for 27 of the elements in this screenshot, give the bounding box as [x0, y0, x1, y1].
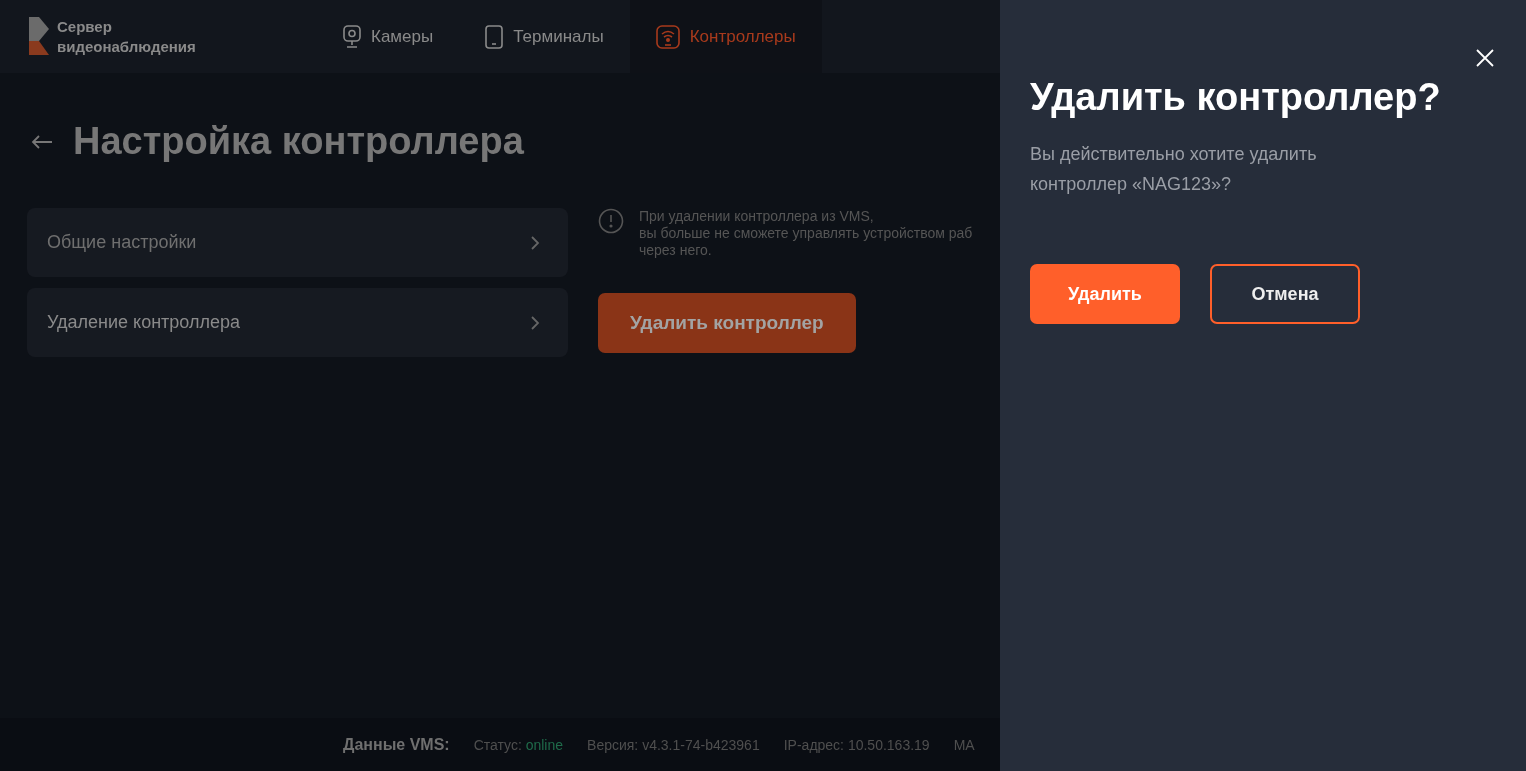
dialog-title: Удалить контроллер? [1030, 76, 1442, 119]
footer-info: Статус: online [473, 736, 564, 753]
nav-tab[interactable]: Терминалы [459, 0, 630, 73]
chevron-right-icon [530, 234, 540, 251]
webcam-icon [343, 24, 361, 49]
footer-info: MA [953, 736, 975, 753]
back-arrow-icon[interactable] [31, 133, 53, 150]
exclamation-icon [598, 208, 624, 234]
logo-icon [27, 16, 51, 57]
footer-info: Версия: v4.3.1-74-b423961 [587, 736, 760, 753]
settings-menu-item[interactable]: Удаление контроллера [27, 288, 568, 357]
close-icon[interactable] [1475, 48, 1495, 68]
delete-controller-button[interactable]: Удалить контроллер [598, 293, 856, 353]
app-name: Сервер видеонаблюдения [57, 16, 196, 57]
cancel-button[interactable]: Отмена [1210, 264, 1360, 324]
settings-menu-item[interactable]: Общие настройки [27, 208, 568, 277]
wifi-device-icon [655, 24, 680, 49]
page-title: Настройка контроллера [73, 120, 524, 163]
dialog-message: Вы действительно хотите удалить контроллер «NAG123»? [1030, 143, 1318, 196]
nav-tab[interactable]: Камеры [317, 0, 460, 73]
confirm-delete-button[interactable]: Удалить [1030, 264, 1180, 324]
nav-tab[interactable]: Контроллеры [629, 0, 822, 73]
footer-info: IP-адрес: 10.50.163.19 [783, 736, 930, 753]
chevron-right-icon [530, 314, 540, 331]
warning-text: При удалении контроллера из VMS, вы больше не сможете управлять устройством раб через него. [639, 208, 973, 259]
footer-label: Данные VMS: [343, 735, 450, 754]
tablet-icon [485, 24, 504, 49]
